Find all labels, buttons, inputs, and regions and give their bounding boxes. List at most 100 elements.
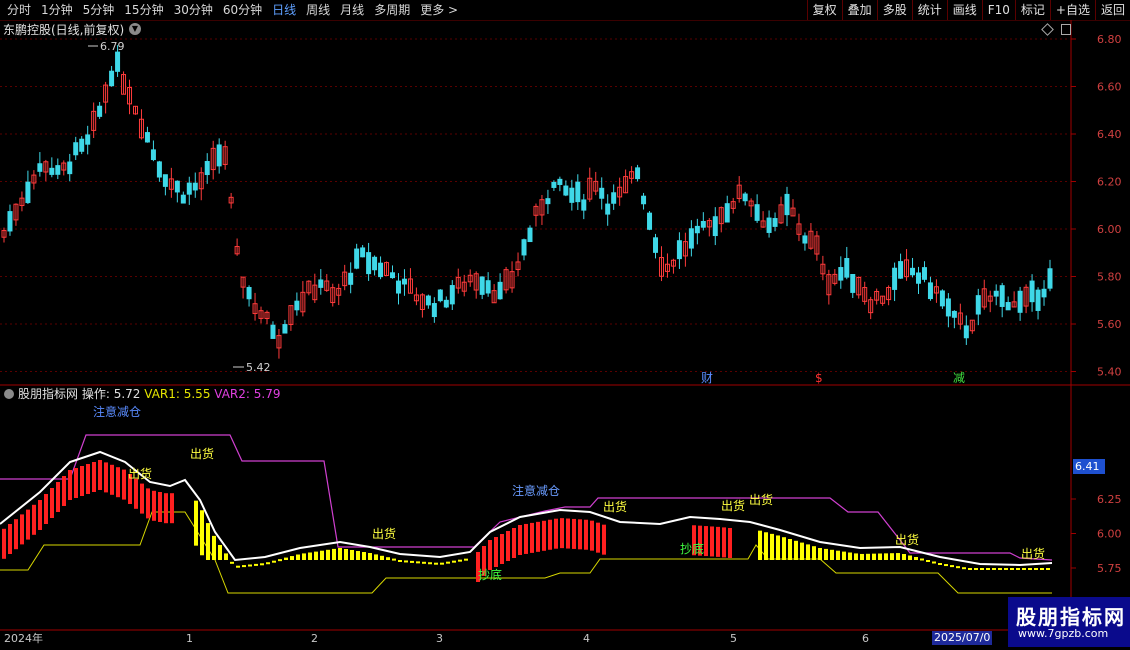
op-bar xyxy=(776,535,780,560)
op-bar xyxy=(836,550,840,560)
candle-body xyxy=(354,248,360,269)
ind-y-tick-label: 6.00 xyxy=(1097,528,1122,541)
candle-body xyxy=(784,193,790,216)
window-icon[interactable] xyxy=(1061,24,1071,35)
candle-body xyxy=(742,193,748,202)
op-bar xyxy=(914,557,918,560)
candle-body xyxy=(575,181,581,203)
op-bar xyxy=(878,553,882,560)
op-bar xyxy=(830,549,834,560)
candle-body xyxy=(945,298,951,317)
op-bar xyxy=(248,564,252,567)
op-bar xyxy=(980,568,984,570)
candle-body xyxy=(37,163,43,172)
op-bar xyxy=(710,526,714,557)
op-bar xyxy=(332,548,336,560)
op-bar xyxy=(512,528,516,558)
candle-body xyxy=(653,237,659,253)
candle-body xyxy=(1035,289,1041,311)
op-bar xyxy=(926,560,930,562)
op-bar xyxy=(158,492,162,522)
op-bar xyxy=(320,550,324,560)
candle-body xyxy=(479,276,485,295)
op-bar xyxy=(200,510,204,556)
indicator-menu-icon[interactable] xyxy=(4,389,14,399)
finance-marker[interactable]: 财 xyxy=(701,372,713,384)
op-bar xyxy=(578,519,582,550)
op-bar xyxy=(800,542,804,560)
candle-body xyxy=(318,279,324,288)
y-tick-label: 5.40 xyxy=(1097,366,1122,379)
op-bar xyxy=(566,518,570,549)
op-bar xyxy=(26,509,30,540)
op-bar xyxy=(794,540,798,560)
candle-body xyxy=(497,281,503,300)
y-tick-label: 6.40 xyxy=(1097,128,1122,141)
op-bar xyxy=(554,518,558,549)
op-bar xyxy=(338,548,342,560)
op-bar xyxy=(104,462,108,493)
op-bar xyxy=(896,553,900,560)
candle-body xyxy=(700,220,706,228)
date-label: 1 xyxy=(186,632,193,645)
candle-body xyxy=(156,161,162,178)
candle-body xyxy=(443,299,449,308)
op-bar xyxy=(962,567,966,570)
op-bar xyxy=(452,560,456,563)
chevron-down-icon[interactable]: ▼ xyxy=(129,23,141,35)
op-bar xyxy=(2,528,6,559)
candle-body xyxy=(390,272,396,279)
op-bar xyxy=(56,482,60,512)
op-bar xyxy=(212,535,216,560)
signal-sell: 出货 xyxy=(895,533,920,547)
candle-body xyxy=(174,180,180,193)
op-bar xyxy=(242,565,246,568)
op-bar xyxy=(254,563,258,566)
candle-body xyxy=(892,267,898,290)
op-bar xyxy=(1004,568,1008,570)
op-bar xyxy=(860,553,864,560)
op-bar xyxy=(1040,568,1044,570)
op-bar xyxy=(230,561,234,564)
op-bar xyxy=(902,554,906,560)
candle-body xyxy=(1047,268,1053,289)
candle-body xyxy=(963,325,969,339)
op-bar xyxy=(986,568,990,570)
op-bar xyxy=(584,519,588,550)
op-bar xyxy=(92,462,96,492)
op-bar xyxy=(356,551,360,560)
op-bar xyxy=(728,528,732,558)
candle-body xyxy=(431,303,437,318)
op-bar xyxy=(602,524,606,555)
candle-body xyxy=(85,134,91,145)
reduce-marker[interactable]: 减 xyxy=(953,372,965,384)
candle-body xyxy=(850,273,856,293)
low-price-label: 5.42 xyxy=(246,361,271,374)
candle-body xyxy=(993,290,999,297)
candle-body xyxy=(647,212,653,230)
candle-body xyxy=(348,272,354,285)
candle-body xyxy=(688,228,694,249)
op-bar xyxy=(392,558,396,561)
candle-body xyxy=(372,256,378,271)
op-bar xyxy=(764,532,768,560)
op-bar xyxy=(716,526,720,557)
op-bar xyxy=(86,464,90,494)
op-bar xyxy=(434,562,438,565)
candle-body xyxy=(910,267,916,276)
candle-body xyxy=(401,278,407,285)
op-bar xyxy=(416,561,420,564)
indicator-title: 股朋指标网 操作: 5.72 VAR1: 5.55 VAR2: 5.79 xyxy=(18,387,280,402)
kline-chart[interactable]: 6.80 6.60 6.40 6.20 6.00 5.80 5.60 5.40 6.79 5.42… xyxy=(0,0,1130,650)
op-bar xyxy=(404,560,408,563)
candle-body xyxy=(79,138,85,152)
candle-body xyxy=(951,310,957,318)
candle-body xyxy=(569,187,575,203)
op-value: 操作: 5.72 xyxy=(81,387,141,401)
var1-value: VAR1: 5.55 xyxy=(144,387,211,401)
dividend-marker[interactable]: $ xyxy=(815,372,823,384)
op-bar xyxy=(224,553,228,560)
op-bar xyxy=(824,548,828,560)
candle-body xyxy=(7,211,13,232)
candle-body xyxy=(1029,280,1035,303)
